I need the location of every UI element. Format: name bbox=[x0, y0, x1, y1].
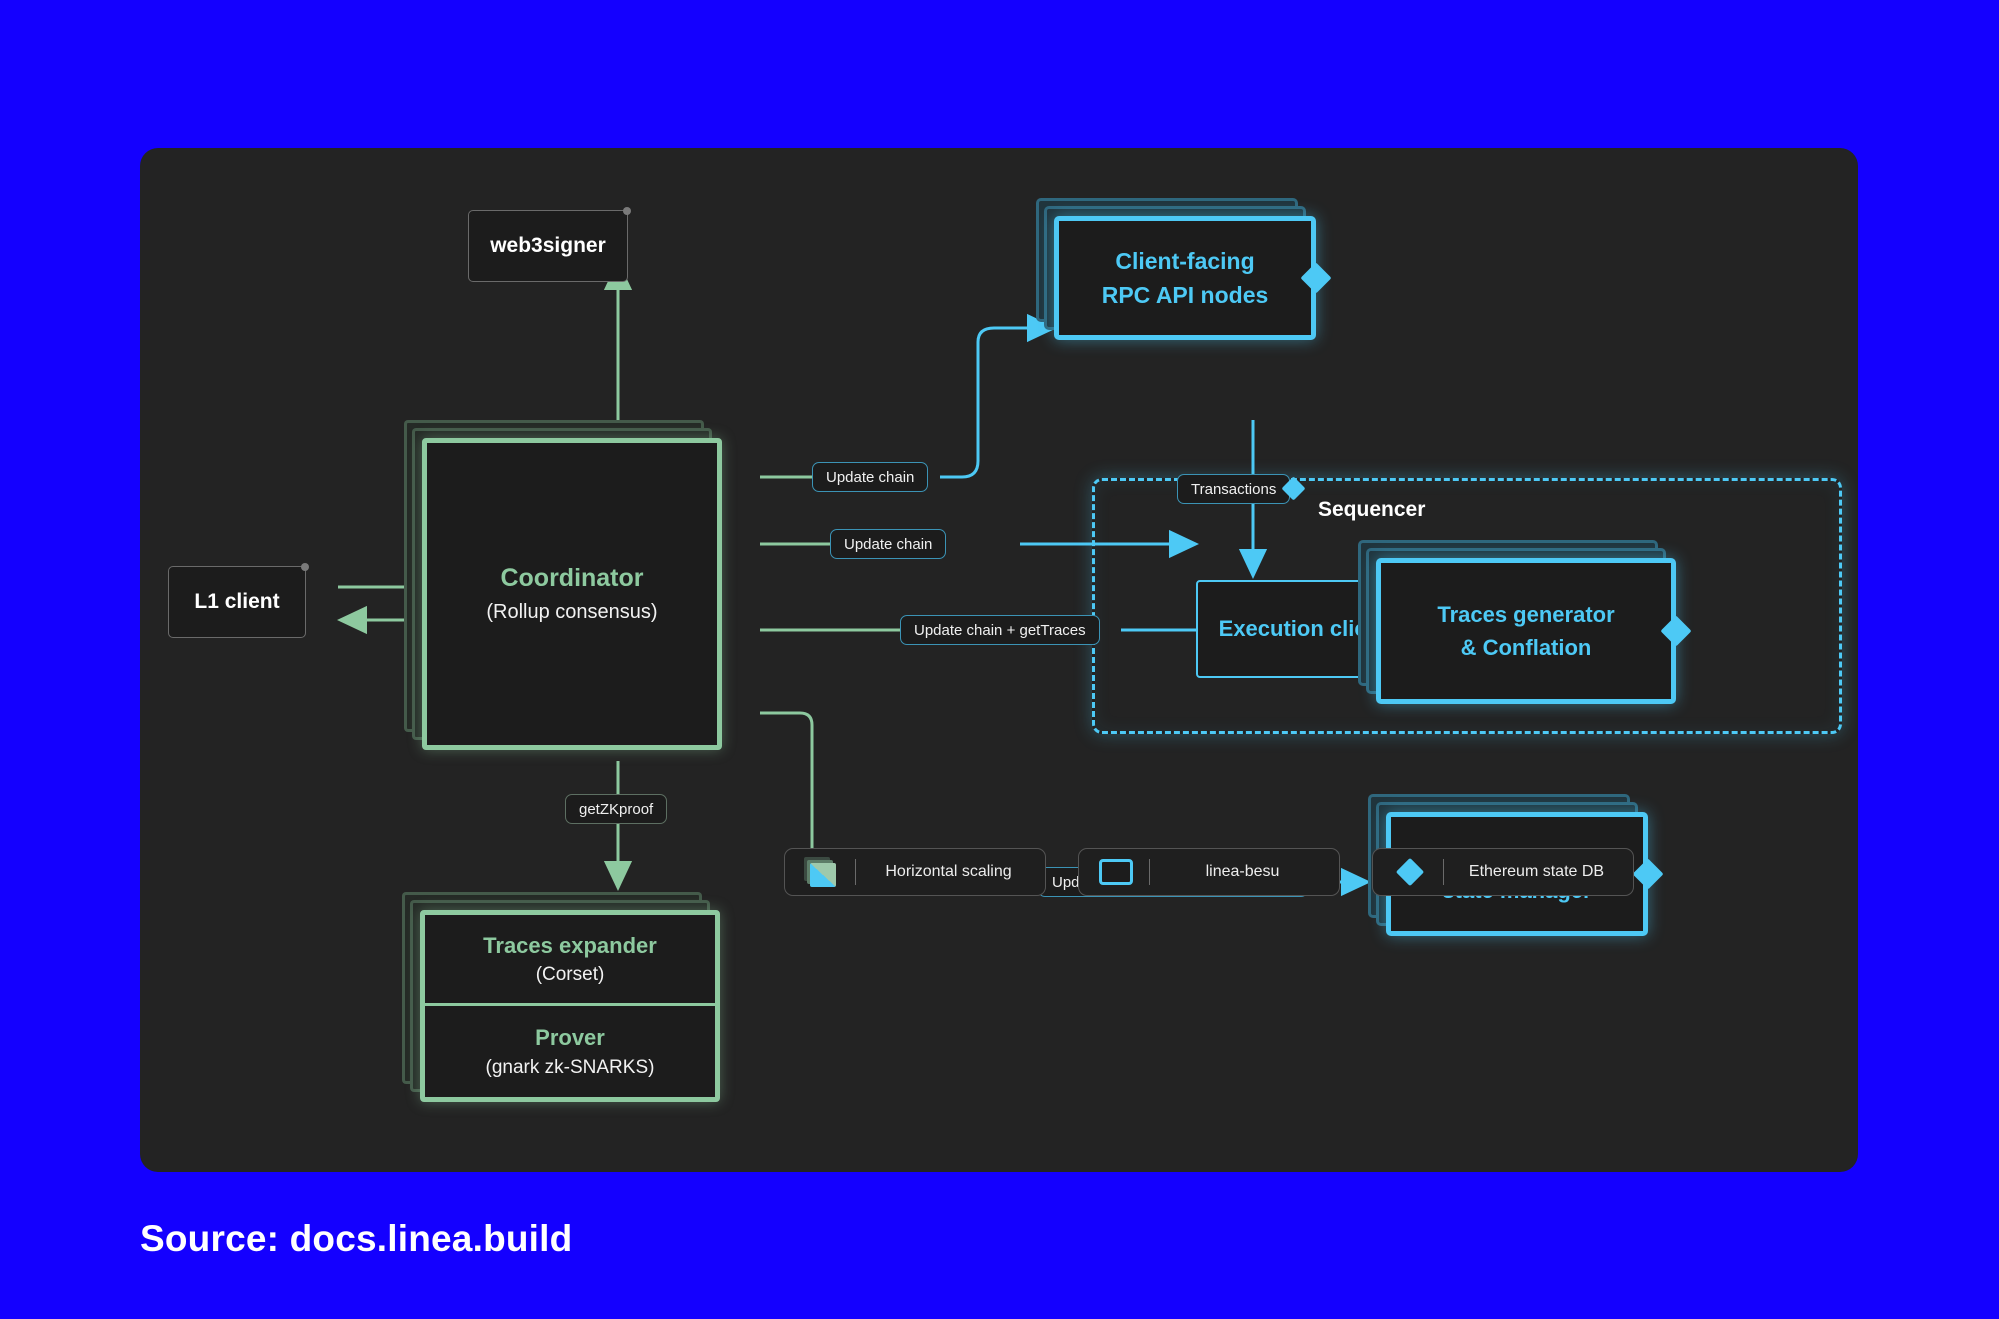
node-rpc-api-subtitle: RPC API nodes bbox=[1101, 282, 1269, 308]
stacked-squares-icon bbox=[791, 857, 853, 887]
edge-label-update-chain-exec: Update chain bbox=[830, 529, 947, 559]
legend-label-horizontal-scaling: Horizontal scaling bbox=[885, 863, 1012, 880]
node-traces-generator-title: Traces generator bbox=[1437, 601, 1615, 627]
node-coordinator[interactable]: Coordinator (Rollup consensus) bbox=[422, 438, 722, 750]
legend-label-linea-besu: linea-besu bbox=[1205, 863, 1280, 880]
legend-label-ethereum-state-db: Ethereum state DB bbox=[1468, 863, 1605, 880]
edge-label-get-zk-proof: getZKproof bbox=[565, 794, 668, 824]
node-coordinator-title: Coordinator bbox=[500, 564, 644, 593]
node-web3signer-title: web3signer bbox=[490, 234, 606, 258]
node-l1-client-title: L1 client bbox=[194, 590, 280, 614]
sequencer-label: Sequencer bbox=[1318, 498, 1426, 521]
corner-dot-icon bbox=[623, 207, 631, 215]
node-prover-title: Prover bbox=[535, 1025, 605, 1051]
corner-dot-icon bbox=[301, 563, 309, 571]
diamond-icon bbox=[1379, 857, 1441, 887]
edge-label-update-chain-rpc: Update chain bbox=[812, 462, 929, 492]
node-web3signer[interactable]: web3signer bbox=[468, 207, 631, 282]
legend: Horizontal scaling linea-besu Ethereum s… bbox=[784, 848, 1634, 896]
node-traces-expander[interactable]: Traces expander (Corset) bbox=[425, 915, 715, 1006]
node-prover-group: Traces expander (Corset) Prover (gnark z… bbox=[420, 910, 720, 1102]
node-prover[interactable]: Prover (gnark zk-SNARKS) bbox=[425, 1006, 715, 1097]
legend-divider bbox=[1443, 859, 1444, 885]
node-prover-subtitle: (gnark zk-SNARKS) bbox=[485, 1056, 655, 1078]
node-traces-expander-subtitle: (Corset) bbox=[535, 964, 605, 985]
node-rpc-api-title: Client-facing bbox=[1115, 247, 1255, 274]
legend-item-ethereum-state-db: Ethereum state DB bbox=[1372, 848, 1634, 896]
diagram-panel: web3signer L1 client Coordinator (Rollup… bbox=[140, 148, 1858, 1172]
node-rpc-api[interactable]: Client-facing RPC API nodes bbox=[1054, 216, 1316, 340]
edge-updatechain-to-rpc bbox=[940, 313, 1057, 479]
node-l1-client[interactable]: L1 client bbox=[168, 563, 309, 638]
edge-label-transactions: Transactions bbox=[1177, 474, 1291, 504]
node-traces-generator-subtitle: & Conflation bbox=[1460, 635, 1592, 660]
edge-label-update-chain-traces: Update chain + getTraces bbox=[900, 615, 1100, 645]
legend-item-horizontal-scaling: Horizontal scaling bbox=[784, 848, 1046, 896]
node-traces-expander-title: Traces expander bbox=[483, 932, 657, 958]
node-traces-generator[interactable]: Traces generator & Conflation bbox=[1376, 558, 1676, 704]
legend-item-linea-besu: linea-besu bbox=[1078, 848, 1340, 896]
legend-divider bbox=[855, 859, 856, 885]
source-caption: Source: docs.linea.build bbox=[140, 1218, 573, 1259]
node-coordinator-subtitle: (Rollup consensus) bbox=[486, 601, 658, 624]
outlined-square-icon bbox=[1085, 859, 1147, 885]
legend-divider bbox=[1149, 859, 1150, 885]
